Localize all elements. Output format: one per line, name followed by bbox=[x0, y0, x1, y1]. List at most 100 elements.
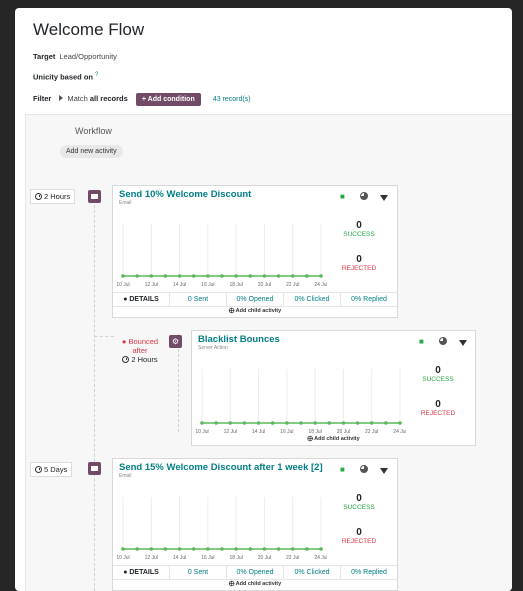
stats-footer: ● DETAILS 0 Sent 0% Opened 0% Clicked 0%… bbox=[113, 292, 397, 306]
filter-icon[interactable] bbox=[380, 195, 388, 201]
data-point bbox=[319, 274, 323, 278]
success-count: 0 bbox=[356, 493, 362, 504]
data-point bbox=[163, 547, 168, 551]
add-child-button[interactable]: ⨁ Add child activity bbox=[113, 579, 397, 588]
page-title[interactable]: Welcome Flow bbox=[33, 20, 144, 40]
trigger-delay: 2 Hours bbox=[114, 355, 166, 364]
data-point bbox=[220, 547, 224, 551]
clicked-stat[interactable]: 0% Clicked bbox=[284, 293, 341, 306]
activity-chart: 10 Jul 12 Jul 14 Jul 16 Jul 18 Jul 20 Jul 22 J… bbox=[117, 224, 327, 288]
data-point bbox=[327, 421, 332, 425]
tick-label: 12 Jul bbox=[145, 555, 158, 561]
activity-card-2[interactable]: Blacklist Bounces Server Action ■ 10 Jul… bbox=[191, 330, 476, 446]
email-icon bbox=[88, 190, 101, 203]
sent-stat[interactable]: 0 Sent bbox=[170, 566, 227, 579]
data-point bbox=[313, 421, 317, 425]
activity-card-3[interactable]: Send 15% Welcome Discount after 1 week [… bbox=[112, 458, 398, 591]
details-button[interactable]: ● DETAILS bbox=[113, 293, 170, 306]
filter-records: all records bbox=[89, 94, 128, 103]
rejected-count: 0 bbox=[356, 254, 362, 265]
filter-match: Match bbox=[67, 94, 88, 103]
success-label: SUCCESS bbox=[343, 504, 375, 511]
filter-icon[interactable] bbox=[459, 340, 467, 346]
target-value[interactable]: Lead/Opportunity bbox=[59, 52, 117, 61]
data-point bbox=[262, 274, 267, 278]
filter-label: Filter bbox=[33, 94, 52, 103]
data-point bbox=[305, 274, 309, 278]
rejected-stat: 0 REJECTED bbox=[418, 399, 458, 417]
data-point bbox=[248, 547, 253, 551]
clock-icon bbox=[35, 466, 42, 473]
tick-label: 18 Jul bbox=[229, 555, 242, 561]
caret-right-icon[interactable] bbox=[59, 95, 64, 101]
data-point bbox=[206, 547, 210, 551]
email-icon bbox=[88, 462, 101, 475]
pie-chart-icon[interactable] bbox=[360, 465, 368, 473]
rejected-stat: 0 REJECTED bbox=[339, 254, 379, 272]
activity-card-1[interactable]: Send 10% Welcome Discount Email ■ 10 Jul… bbox=[112, 185, 398, 318]
tick-label: 20 Jul bbox=[258, 555, 271, 561]
sent-stat[interactable]: 0 Sent bbox=[170, 293, 227, 306]
tick-label: 12 Jul bbox=[145, 282, 158, 288]
data-point bbox=[276, 274, 281, 278]
success-stat: 0 SUCCESS bbox=[339, 220, 379, 238]
record-count-link[interactable]: 43 record(s) bbox=[213, 96, 251, 103]
target-field: Target Lead/Opportunity bbox=[33, 52, 117, 61]
pie-chart-icon[interactable] bbox=[360, 192, 368, 200]
add-child-button[interactable]: ⨁ Add child activity bbox=[192, 435, 475, 444]
tick-label: 20 Jul bbox=[258, 282, 271, 288]
activity-type: Server Action bbox=[198, 345, 228, 351]
details-button[interactable]: ● DETAILS bbox=[113, 566, 170, 579]
tick-label: 14 Jul bbox=[173, 282, 186, 288]
success-stat: 0 SUCCESS bbox=[418, 365, 458, 383]
activity-chart: 10 Jul 12 Jul 14 Jul 16 Jul 18 Jul 20 Jul 22 J… bbox=[117, 497, 327, 561]
activity-title[interactable]: Blacklist Bounces bbox=[198, 334, 280, 345]
data-point bbox=[319, 547, 323, 551]
tick-label: 16 Jul bbox=[201, 555, 214, 561]
tick-label: 18 Jul bbox=[229, 282, 242, 288]
trash-icon[interactable]: ■ bbox=[419, 337, 424, 346]
data-point bbox=[262, 547, 267, 551]
clock-icon bbox=[35, 193, 42, 200]
unicity-field: Unicity based on? bbox=[33, 72, 98, 82]
tick-label: 16 Jul bbox=[201, 282, 214, 288]
replied-stat[interactable]: 0% Replied bbox=[341, 293, 397, 306]
unicity-label: Unicity based on bbox=[33, 72, 94, 82]
activity-type: Email bbox=[119, 200, 132, 206]
data-point bbox=[355, 421, 360, 425]
trash-icon[interactable]: ■ bbox=[340, 465, 345, 474]
rejected-stat: 0 REJECTED bbox=[339, 527, 379, 545]
trigger-info: ● Bounced after 2 Hours bbox=[114, 337, 166, 364]
add-condition-button[interactable]: + Add condition bbox=[135, 93, 201, 106]
data-point bbox=[228, 421, 233, 425]
add-child-button[interactable]: ⨁ Add child activity bbox=[113, 306, 397, 315]
success-label: SUCCESS bbox=[343, 231, 375, 238]
data-point bbox=[290, 547, 295, 551]
tick-label: 22 Jul bbox=[286, 282, 299, 288]
data-point bbox=[398, 421, 402, 425]
delay-text: 5 Days bbox=[44, 465, 68, 474]
add-activity-button[interactable]: Add new activity bbox=[60, 145, 123, 158]
opened-stat[interactable]: 0% Opened bbox=[227, 566, 284, 579]
clock-icon bbox=[122, 356, 130, 363]
data-point bbox=[191, 274, 196, 278]
help-icon[interactable]: ? bbox=[95, 72, 98, 78]
replied-stat[interactable]: 0% Replied bbox=[341, 566, 397, 579]
activity-title[interactable]: Send 10% Welcome Discount bbox=[119, 189, 251, 200]
data-point bbox=[270, 421, 275, 425]
opened-stat[interactable]: 0% Opened bbox=[227, 293, 284, 306]
trash-icon[interactable]: ■ bbox=[340, 192, 345, 201]
activity-title[interactable]: Send 15% Welcome Discount after 1 week [… bbox=[119, 462, 323, 473]
data-point bbox=[135, 547, 139, 551]
data-point bbox=[234, 274, 238, 278]
filter-icon[interactable] bbox=[380, 468, 388, 474]
server-action-icon: ⚙ bbox=[169, 335, 182, 348]
clicked-stat[interactable]: 0% Clicked bbox=[284, 566, 341, 579]
data-point bbox=[290, 274, 295, 278]
data-point bbox=[121, 274, 125, 278]
target-label: Target bbox=[33, 52, 56, 61]
filter-field: Filter Match all records + Add condition … bbox=[33, 93, 251, 106]
pie-chart-icon[interactable] bbox=[439, 337, 447, 345]
rejected-count: 0 bbox=[435, 399, 441, 410]
data-point bbox=[242, 421, 247, 425]
